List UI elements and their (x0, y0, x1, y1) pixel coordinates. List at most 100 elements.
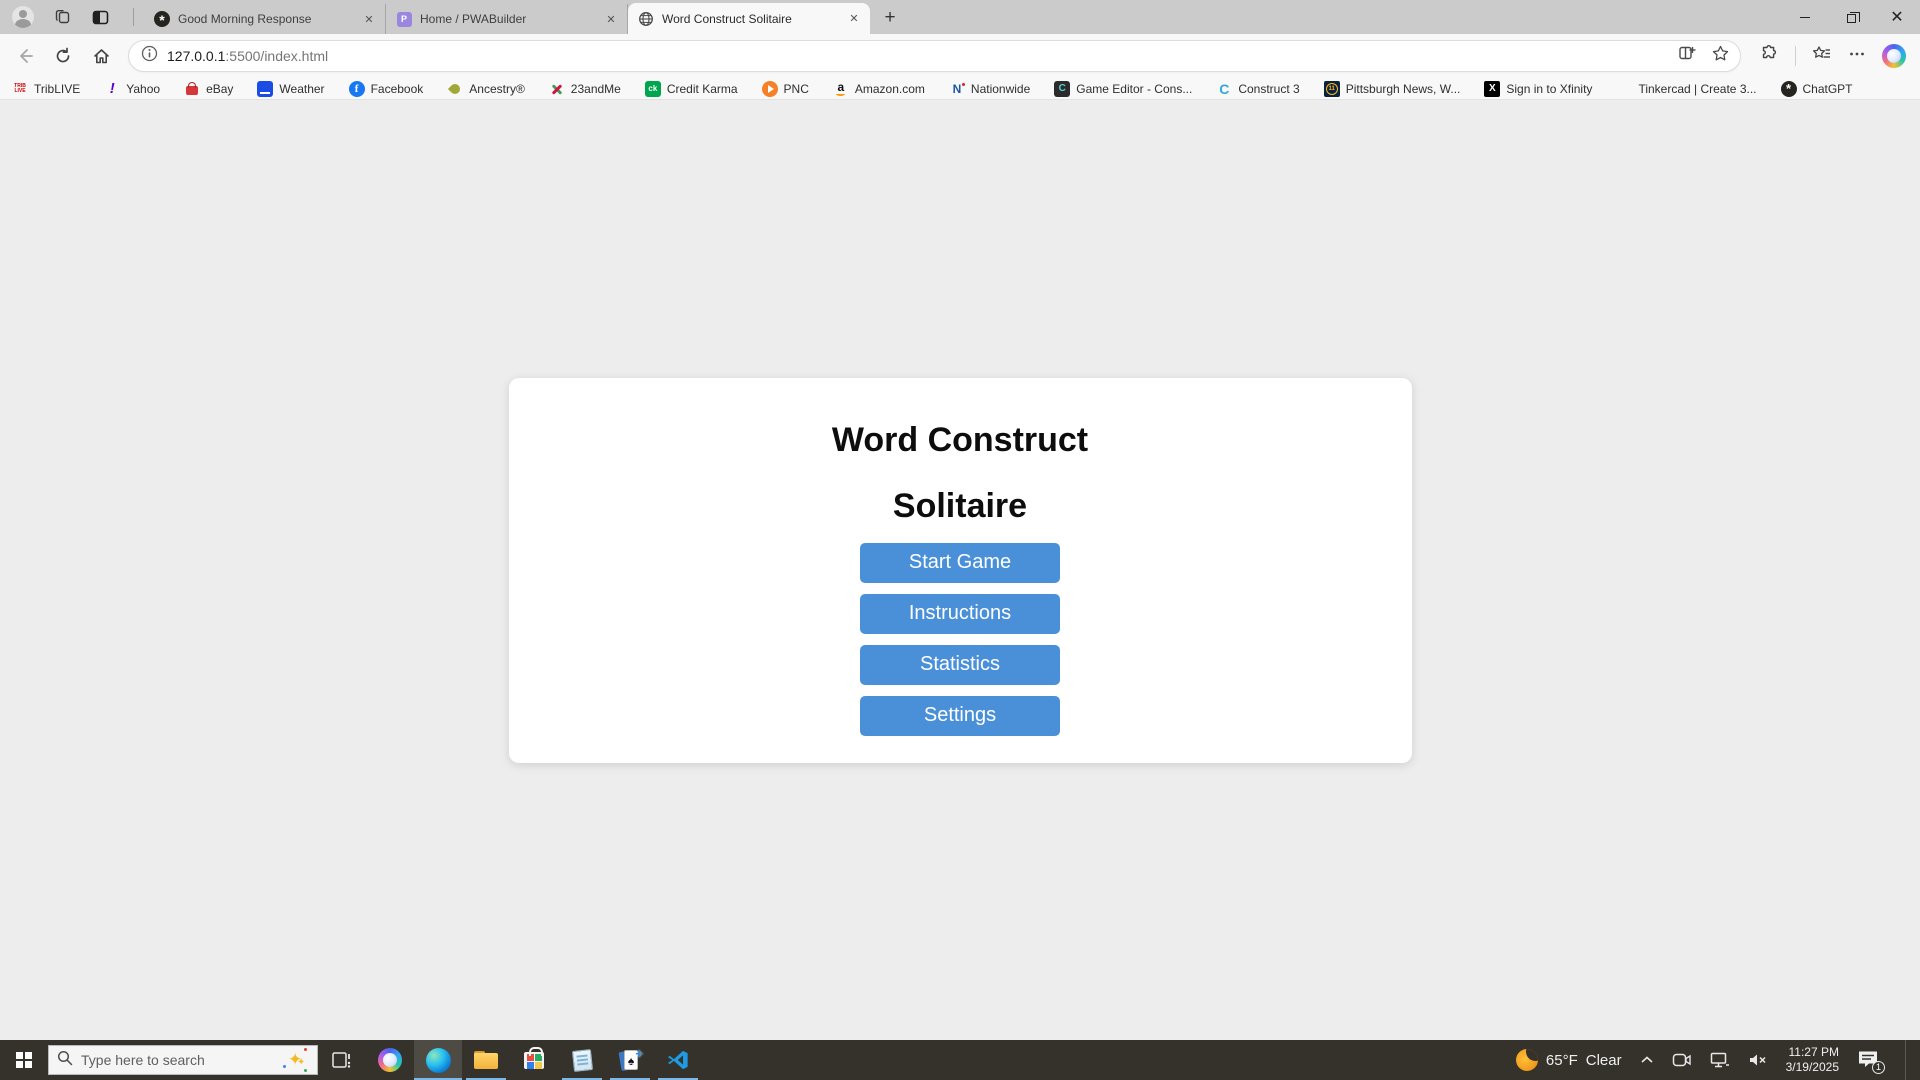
tinkercad-icon (1616, 81, 1632, 97)
bookmark-chatgpt[interactable]: * ChatGPT (1780, 80, 1853, 97)
favorite-star-icon[interactable] (1711, 44, 1730, 68)
tab-good-morning-response[interactable]: * Good Morning Response ✕ (144, 4, 386, 34)
bookmark-ebay[interactable]: eBay (184, 81, 233, 97)
settings-button[interactable]: Settings (860, 695, 1060, 736)
profile-avatar[interactable] (12, 6, 34, 28)
taskbar-search[interactable]: ✦✦ (48, 1045, 318, 1075)
split-screen-icon[interactable] (1678, 44, 1697, 68)
card-game-icon: ♠ + (618, 1046, 643, 1072)
bookmark-credit-karma[interactable]: ck Credit Karma (644, 80, 738, 97)
address-bar[interactable]: 127.0.0.1:5500/index.html (128, 40, 1741, 72)
bookmark-label: Weather (279, 81, 325, 96)
tab-pwabuilder[interactable]: P Home / PWABuilder ✕ (386, 4, 628, 34)
workspaces-icon[interactable] (54, 8, 72, 26)
file-explorer-icon (474, 1051, 498, 1069)
bookmark-construct3[interactable]: C Construct 3 (1216, 81, 1299, 97)
tab-actions-icon[interactable] (92, 9, 109, 26)
start-button[interactable] (0, 1040, 48, 1080)
23andme-icon (549, 81, 565, 97)
chatgpt-icon: * (1780, 80, 1797, 97)
bookmark-ancestry[interactable]: Ancestry® (447, 81, 525, 97)
game-editor-icon: C (1054, 80, 1071, 97)
tab-word-construct-solitaire[interactable]: Word Construct Solitaire ✕ (628, 3, 870, 34)
bookmark-23andme[interactable]: 23andMe (549, 81, 621, 97)
show-desktop-button[interactable] (1905, 1040, 1910, 1080)
weather-temp: 65°F (1545, 1051, 1578, 1069)
title-line-2: Solitaire (892, 486, 1028, 525)
edge-icon (425, 1047, 451, 1073)
taskbar-clock[interactable]: 11:27 PM 3/19/2025 (1786, 1045, 1839, 1075)
page-body: Word Construct Solitaire Start Game Inst… (0, 100, 1920, 1040)
bookmark-triblive[interactable]: TRIB LIVE TribLIVE (12, 81, 80, 97)
notification-badge: 1 (1872, 1061, 1885, 1074)
bookmark-label: Pittsburgh News, W... (1345, 81, 1461, 96)
window-minimize-button[interactable] (1782, 0, 1828, 34)
bookmark-xfinity[interactable]: X Sign in to Xfinity (1484, 80, 1592, 97)
chatgpt-favicon: * (154, 11, 170, 28)
taskbar-edge-button[interactable] (414, 1040, 462, 1080)
back-button[interactable] (8, 39, 42, 73)
page-title: Word Construct Solitaire (509, 420, 1412, 526)
task-view-button[interactable] (318, 1040, 366, 1080)
taskbar-notepad-button[interactable] (558, 1040, 606, 1080)
window-close-button[interactable]: ✕ (1874, 0, 1920, 34)
screen: * Good Morning Response ✕ P Home / PWABu… (0, 0, 1920, 1080)
task-view-icon (332, 1052, 351, 1068)
start-game-button[interactable]: Start Game (860, 542, 1060, 583)
construct3-icon: C (1219, 80, 1230, 97)
refresh-button[interactable] (46, 39, 80, 73)
ancestry-leaf-icon (447, 81, 463, 97)
favorites-list-icon[interactable] (1812, 44, 1832, 69)
bookmark-label: eBay (206, 81, 234, 96)
site-info-icon[interactable] (141, 45, 158, 67)
globe-favicon (638, 11, 654, 27)
bookmark-pittsburgh-news[interactable]: Pittsburgh News, W... (1323, 80, 1461, 97)
copilot-icon[interactable] (1882, 44, 1906, 68)
windows-taskbar: ✦✦ ♠+ (0, 1040, 1920, 1080)
taskbar-store-button[interactable] (510, 1040, 558, 1080)
tab-close-icon[interactable]: ✕ (603, 11, 619, 27)
tab-close-icon[interactable]: ✕ (361, 11, 377, 27)
bookmark-amazon[interactable]: a Amazon.com (833, 81, 925, 97)
window-restore-button[interactable] (1828, 0, 1874, 34)
taskbar-vscode-button[interactable] (654, 1040, 702, 1080)
bookmark-game-editor[interactable]: C Game Editor - Cons... (1054, 80, 1193, 97)
taskbar-solitaire-button[interactable]: ♠ + (606, 1040, 654, 1080)
bookmark-pnc[interactable]: PNC (761, 80, 809, 97)
browser-tab-strip: * Good Morning Response ✕ P Home / PWABu… (0, 0, 1920, 34)
taskbar-weather[interactable]: 65°F Clear (1515, 1049, 1622, 1071)
taskbar-copilot-button[interactable] (366, 1040, 414, 1080)
instructions-button[interactable]: Instructions (860, 593, 1060, 634)
home-button[interactable] (84, 39, 118, 73)
tab-close-icon[interactable]: ✕ (846, 11, 862, 27)
volume-muted-icon[interactable] (1748, 1052, 1768, 1068)
url-text: 127.0.0.1:5500/index.html (167, 48, 1678, 64)
divider (1795, 46, 1796, 66)
bookmark-nationwide[interactable]: N Nationwide (949, 81, 1031, 97)
settings-menu-icon[interactable] (1848, 45, 1866, 68)
amazon-icon: a (836, 79, 846, 96)
bookmark-label: Ancestry® (469, 81, 525, 96)
search-input[interactable] (81, 1052, 275, 1068)
taskbar-file-explorer-button[interactable] (462, 1040, 510, 1080)
statistics-button[interactable]: Statistics (860, 644, 1060, 685)
vscode-icon (667, 1050, 688, 1070)
meet-now-icon[interactable] (1672, 1052, 1692, 1068)
bookmark-label: Tinkercad | Create 3... (1638, 81, 1757, 96)
tab-title: Word Construct Solitaire (662, 11, 792, 26)
tab-title: Home / PWABuilder (420, 12, 527, 26)
game-menu-card: Word Construct Solitaire Start Game Inst… (508, 377, 1412, 763)
bookmark-tinkercad[interactable]: Tinkercad | Create 3... (1616, 81, 1756, 97)
bookmark-yahoo[interactable]: ! Yahoo (104, 80, 160, 97)
bookmark-weather[interactable]: Weather (257, 80, 325, 97)
title-line-1: Word Construct (831, 420, 1089, 459)
microsoft-store-icon (524, 1046, 544, 1069)
bookmark-label: Amazon.com (854, 81, 925, 96)
hidden-icons-chevron[interactable] (1640, 1055, 1654, 1065)
action-center-button[interactable]: 1 (1857, 1049, 1885, 1074)
new-tab-button[interactable]: + (876, 4, 904, 32)
extensions-icon[interactable] (1759, 44, 1779, 69)
bookmark-facebook[interactable]: f Facebook (348, 80, 423, 97)
bookmark-label: Game Editor - Cons... (1076, 81, 1193, 96)
network-icon[interactable] (1710, 1052, 1730, 1068)
